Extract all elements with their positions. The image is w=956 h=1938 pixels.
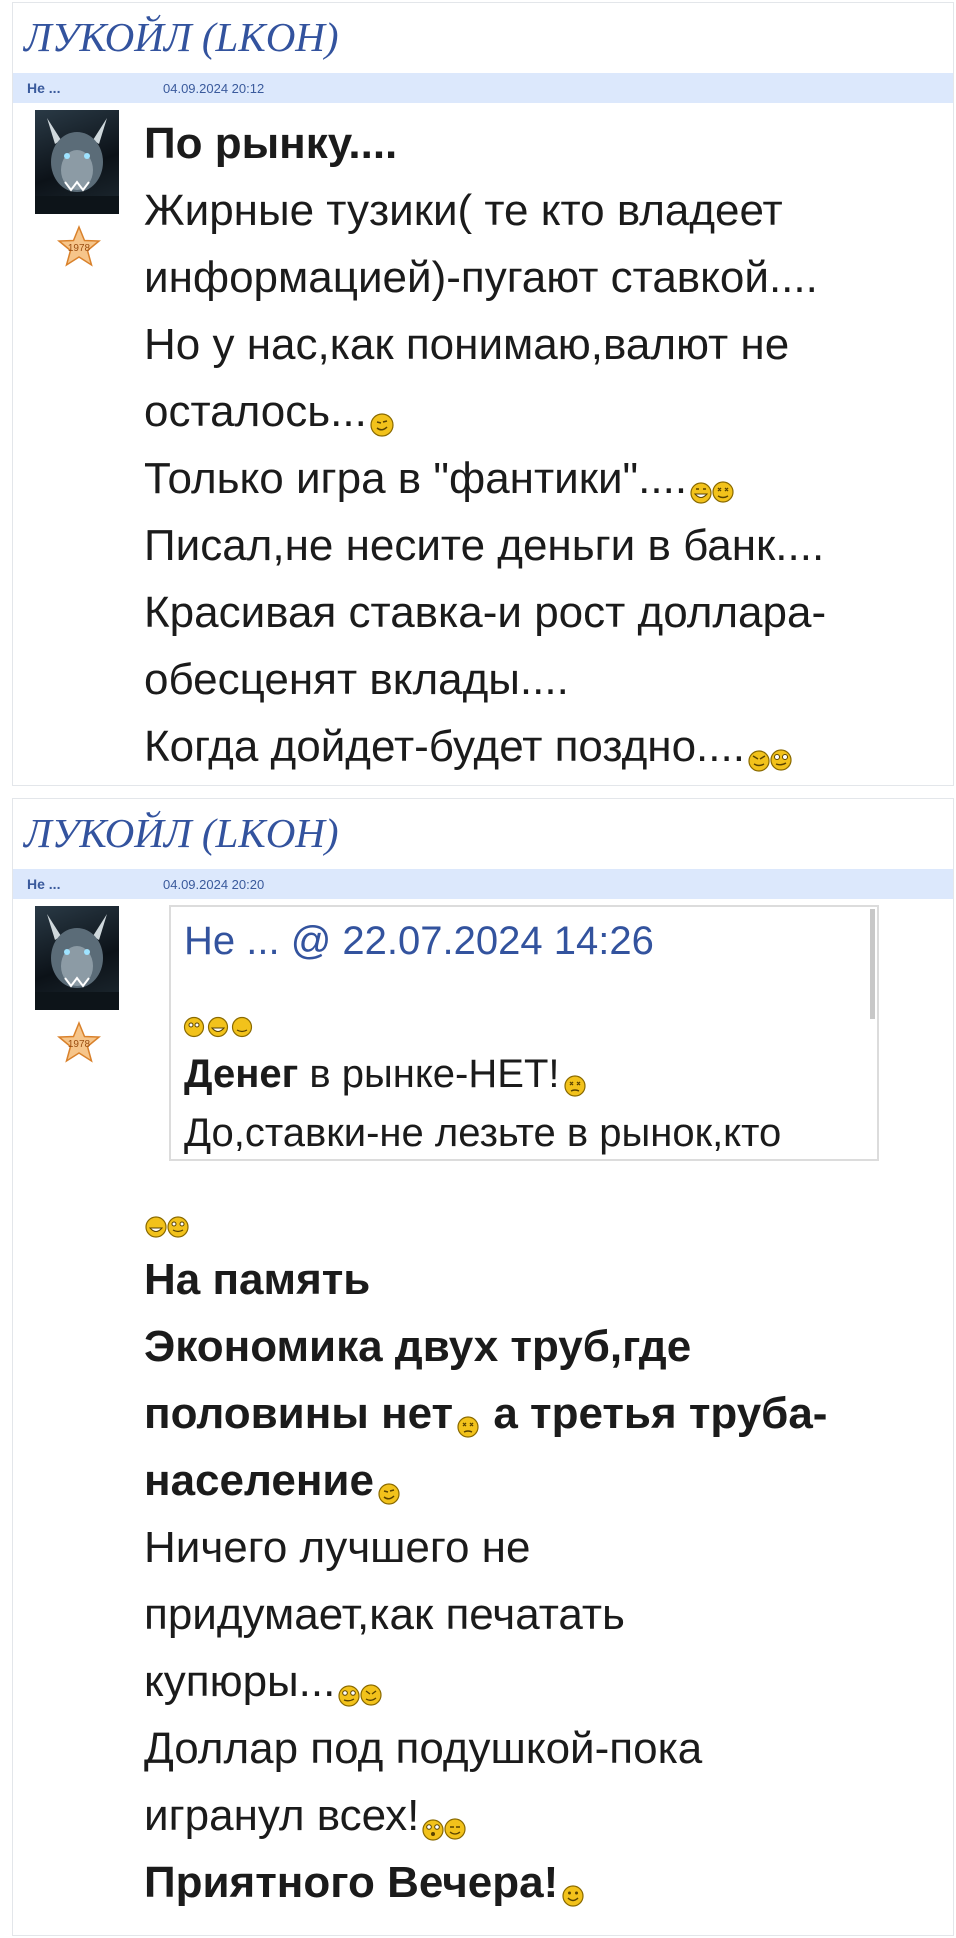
post-line-with-smiley: Когда дойдет-будет поздно.... [144,713,934,780]
smiley-row [144,1204,934,1246]
post-line-with-smiley: население [144,1447,934,1514]
post-line: Красивая ставка-и рост доллара- [144,588,827,637]
post-line-text: половины нет [144,1389,454,1438]
post-date: 04.09.2024 20:12 [163,81,265,96]
wolf-avatar-image [35,914,119,1010]
svg-text:1978: 1978 [68,243,91,254]
post-line-with-smiley: половины нет а третья труба- [144,1380,934,1447]
post-line: На память [144,1255,371,1304]
laughing-smiley-icon [145,1216,189,1238]
post-line: Ничего лучшего не [144,1523,531,1572]
quote-line-text: в рынке-НЕТ! [298,1052,560,1096]
rolling-eyes-smiley-icon [747,747,795,773]
post-meta-bar: Не ... 04.09.2024 20:20 [13,869,953,899]
dizzy-smiley-icon [562,1073,588,1099]
post-line-with-smiley: Приятного Вечера! [144,1849,934,1916]
post-line-text: осталось... [144,387,367,436]
author-link[interactable]: Не ... [27,876,60,892]
post-line-with-smiley: купюры... [144,1648,934,1715]
post-line: Доллар под подушкой-пока [144,1724,703,1773]
wolf-avatar-image [35,118,119,214]
post-line-text: игранул всех! [144,1791,420,1840]
quote-smileys [183,1015,255,1044]
post-line-text: население [144,1456,374,1505]
avatar[interactable] [35,110,119,214]
rolling-eyes-smiley-icon [337,1682,385,1708]
svg-text:1978: 1978 [68,1039,91,1050]
quote-body: Денег в рынке-НЕТ! До,ставки-не лезьте в… [184,1045,782,1159]
forum-post: ЛУКОЙЛ (LKOH) Не ... 04.09.2024 20:20 19… [12,798,954,1936]
post-meta-bar: Не ... 04.09.2024 20:12 [13,73,953,103]
post-line-text: Приятного Вечера! [144,1858,559,1907]
post-line: обесценят вклады.... [144,655,569,704]
quote-block[interactable]: Не ... @ 22.07.2024 14:26 Денег в рынке-… [169,905,879,1161]
rank-star-icon: 1978 [57,225,101,269]
quote-bold-word: Денег [184,1052,299,1096]
forum-title-link[interactable]: ЛУКОЙЛ (LKOH) [24,13,339,61]
post-body: На память Экономика двух труб,где полови… [144,1204,934,1916]
wink-smiley-icon [369,412,395,438]
post-line: придумает,как печатать [144,1590,625,1639]
post-line-with-smiley: осталось... [144,378,934,445]
quote-line: Денег в рынке-НЕТ! [184,1045,781,1104]
post-line: Писал,не несите деньги в банк.... [144,521,825,570]
post-body: По рынку.... Жирные тузики( те кто владе… [144,110,934,780]
quote-scrollbar[interactable] [870,909,875,1019]
author-link[interactable]: Не ... [27,80,60,96]
post-line: Жирные тузики( те кто владеет [144,186,783,235]
forum-post: ЛУКОЙЛ (LKOH) Не ... 04.09.2024 20:12 19… [12,2,954,786]
wink-smiley-icon [376,1481,402,1507]
smile-smiley-icon [560,1883,586,1909]
post-line-text: купюры... [144,1657,336,1706]
post-line: информацией)-пугают ставкой.... [144,253,818,302]
sleepy-smiley-icon [421,1816,469,1842]
dizzy-smiley-icon [455,1414,481,1440]
avatar[interactable] [35,906,119,1010]
post-line-with-smiley: игранул всех! [144,1782,934,1849]
post-date: 04.09.2024 20:20 [163,877,265,892]
post-line: Но у нас,как понимаю,валют не [144,320,790,369]
forum-title-link[interactable]: ЛУКОЙЛ (LKOH) [24,809,339,857]
post-line-text: Только игра в "фантики".... [144,454,688,503]
post-line-text: а третья труба- [481,1389,828,1438]
rank-star-icon: 1978 [57,1021,101,1065]
post-line-with-smiley: Только игра в "фантики".... [144,445,934,512]
quote-line: До,ставки-не лезьте в рынок,кто [184,1111,782,1155]
quote-header-link[interactable]: Не ... @ 22.07.2024 14:26 [184,919,654,964]
post-line: Экономика двух труб,где [144,1322,692,1371]
post-line: По рынку.... [144,119,398,168]
post-line-text: Когда дойдет-будет поздно.... [144,722,745,771]
laughing-smiley-icon [689,479,737,505]
smiley-row-icon [183,1016,253,1038]
